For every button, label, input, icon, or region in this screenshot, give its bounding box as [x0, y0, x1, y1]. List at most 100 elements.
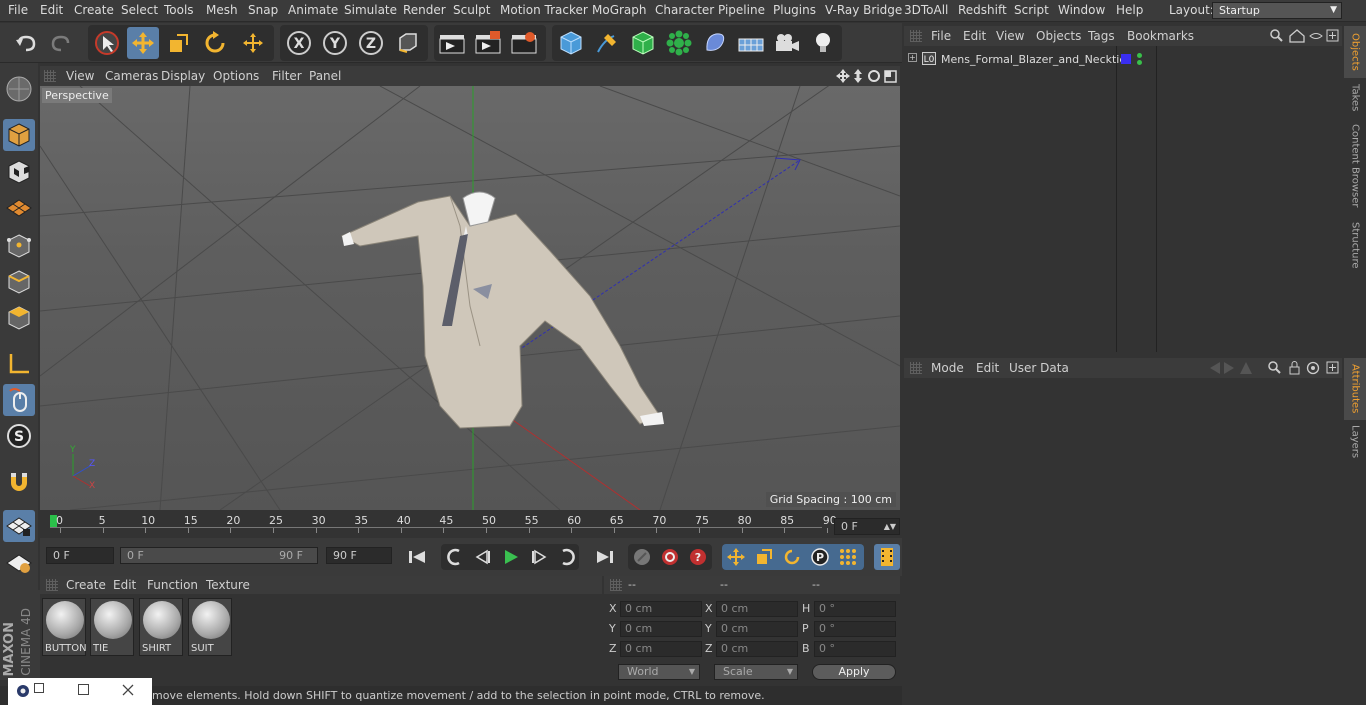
render-visibility-dot[interactable] — [1137, 60, 1142, 65]
texture-mode-button[interactable] — [3, 156, 35, 188]
menu-character[interactable]: Character — [655, 3, 714, 17]
rot-h-field[interactable]: 0 ° — [814, 601, 896, 617]
key-position-button[interactable] — [723, 544, 749, 570]
subdivision-surface-button[interactable] — [627, 27, 659, 59]
z-axis-lock-button[interactable]: Z — [355, 27, 387, 59]
menu-animate[interactable]: Animate — [288, 3, 338, 17]
menu-create[interactable]: Create — [74, 3, 114, 17]
next-key-button[interactable] — [554, 544, 580, 570]
viewport-menu-cameras[interactable]: Cameras — [105, 69, 158, 83]
object-menu-file[interactable]: File — [931, 29, 951, 43]
render-picture-viewer-button[interactable] — [472, 27, 504, 59]
attribute-menu-mode[interactable]: Mode — [931, 361, 964, 375]
key-rotation-button[interactable] — [779, 544, 805, 570]
size-x-field[interactable]: 0 cm — [716, 601, 798, 617]
viewport-menu-filter[interactable]: Filter — [272, 69, 302, 83]
menu-help[interactable]: Help — [1116, 3, 1143, 17]
model-mode-button[interactable] — [3, 119, 35, 151]
key-parameter-button[interactable]: P — [807, 544, 833, 570]
key-scale-button[interactable] — [751, 544, 777, 570]
menu-file[interactable]: File — [8, 3, 28, 17]
viewport-menu-options[interactable]: Options — [213, 69, 259, 83]
menu-window[interactable]: Window — [1058, 3, 1105, 17]
material-menu-edit[interactable]: Edit — [113, 578, 136, 592]
menu-simulate[interactable]: Simulate — [344, 3, 397, 17]
menu-pipeline[interactable]: Pipeline — [718, 3, 765, 17]
viewport-menu-panel[interactable]: Panel — [309, 69, 341, 83]
material-swatch[interactable]: BUTTON — [42, 598, 87, 656]
object-menu-objects[interactable]: Objects — [1036, 29, 1081, 43]
attribute-manager-tools[interactable] — [1200, 361, 1340, 375]
polygons-mode-button[interactable] — [3, 302, 35, 334]
tab-attributes[interactable]: Attributes — [1344, 358, 1366, 420]
menu-mesh[interactable]: Mesh — [206, 3, 238, 17]
blazer-model[interactable] — [340, 191, 664, 429]
layout-select[interactable]: Startup ▼ — [1212, 2, 1342, 19]
deformer-button[interactable] — [699, 27, 731, 59]
current-frame-field[interactable]: 0 F ▲▼ — [834, 518, 900, 535]
end-frame-field[interactable]: 90 F — [326, 547, 392, 564]
coordinate-system-button[interactable] — [392, 27, 424, 59]
menu-3dtoall[interactable]: 3DToAll — [904, 3, 948, 17]
key-pla-button[interactable] — [835, 544, 861, 570]
frame-range-slider[interactable]: 0 F 90 F — [120, 547, 318, 564]
tab-objects[interactable]: Objects — [1344, 26, 1366, 78]
menu-select[interactable]: Select — [121, 3, 158, 17]
redo-button[interactable] — [45, 27, 77, 59]
menu-script[interactable]: Script — [1014, 3, 1049, 17]
pen-spline-button[interactable] — [591, 27, 623, 59]
viewport-nav-icons[interactable] — [836, 68, 898, 84]
keyframe-selection-button[interactable]: ? — [685, 544, 711, 570]
restore-icon[interactable] — [34, 683, 44, 693]
rot-b-field[interactable]: 0 ° — [814, 641, 896, 657]
coordinate-space-select[interactable]: World ▼ — [618, 664, 700, 680]
y-axis-lock-button[interactable]: Y — [319, 27, 351, 59]
pos-x-field[interactable]: 0 cm — [620, 601, 702, 617]
object-menu-edit[interactable]: Edit — [963, 29, 986, 43]
axis-mode-button[interactable] — [3, 348, 35, 380]
menu-edit[interactable]: Edit — [40, 3, 63, 17]
scale-tool-button[interactable] — [163, 27, 195, 59]
rotate-tool-button[interactable] — [199, 27, 231, 59]
close-icon[interactable] — [122, 684, 134, 696]
size-z-field[interactable]: 0 cm — [716, 641, 798, 657]
tab-takes[interactable]: Takes — [1344, 80, 1366, 116]
previous-frame-button[interactable] — [470, 544, 496, 570]
editor-visibility-dot[interactable] — [1137, 53, 1142, 58]
menu-snap[interactable]: Snap — [248, 3, 278, 17]
size-y-field[interactable]: 0 cm — [716, 621, 798, 637]
maximize-icon[interactable] — [78, 684, 89, 695]
size-mode-select[interactable]: Scale ▼ — [714, 664, 798, 680]
pos-z-field[interactable]: 0 cm — [620, 641, 702, 657]
tab-structure[interactable]: Structure — [1344, 216, 1366, 274]
transform-tool-button[interactable] — [237, 27, 269, 59]
cloner-button[interactable] — [663, 27, 695, 59]
live-selection-button[interactable] — [91, 27, 123, 59]
menu-motion-tracker[interactable]: Motion Tracker — [500, 3, 588, 17]
menu-redshift[interactable]: Redshift — [958, 3, 1007, 17]
pos-y-field[interactable]: 0 cm — [620, 621, 702, 637]
record-keys-button[interactable] — [629, 544, 655, 570]
edges-mode-button[interactable] — [3, 266, 35, 298]
play-button[interactable] — [498, 544, 524, 570]
camera-button[interactable] — [771, 27, 803, 59]
material-swatch[interactable]: SUIT — [188, 598, 232, 656]
light-button[interactable] — [807, 27, 839, 59]
tab-content-browser[interactable]: Content Browser — [1344, 120, 1366, 212]
snap-button[interactable] — [3, 466, 35, 498]
expand-icon[interactable]: + — [908, 53, 917, 62]
apply-button[interactable]: Apply — [812, 664, 896, 680]
material-swatch[interactable]: TIE — [90, 598, 134, 656]
menu-tools[interactable]: Tools — [164, 3, 194, 17]
material-menu-function[interactable]: Function — [147, 578, 198, 592]
undo-button[interactable] — [10, 27, 42, 59]
solo-mode-button[interactable]: S — [3, 420, 35, 452]
material-menu-texture[interactable]: Texture — [206, 578, 250, 592]
cube-object-button[interactable] — [555, 27, 587, 59]
material-menu-create[interactable]: Create — [66, 578, 106, 592]
previous-key-button[interactable] — [442, 544, 468, 570]
floor-button[interactable] — [735, 27, 767, 59]
planar-workplane-button[interactable] — [3, 547, 35, 579]
render-view-button[interactable] — [436, 27, 468, 59]
next-frame-button[interactable] — [526, 544, 552, 570]
